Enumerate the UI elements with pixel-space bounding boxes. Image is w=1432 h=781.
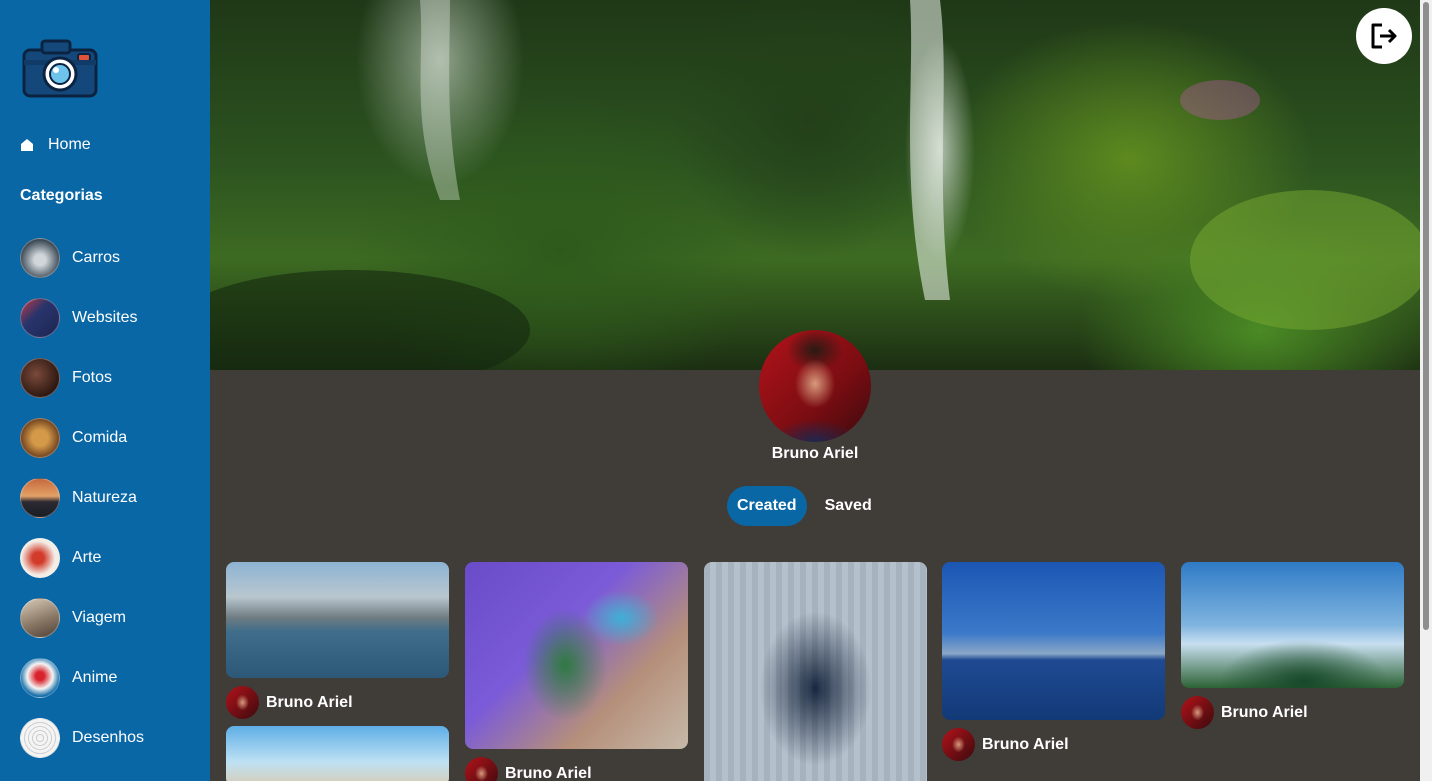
pin-card bbox=[226, 726, 449, 781]
banner-foliage bbox=[210, 0, 1420, 370]
sidebar-item-label: Carros bbox=[72, 249, 121, 266]
profile-avatar bbox=[759, 330, 871, 442]
scrollbar-thumb[interactable] bbox=[1423, 2, 1429, 630]
pin-author[interactable]: Bruno Ariel bbox=[465, 757, 688, 781]
sidebar-item-desenhos[interactable]: Desenhos bbox=[20, 708, 144, 768]
sidebar-item-label: Fotos bbox=[72, 369, 113, 386]
pin-image[interactable] bbox=[226, 562, 449, 678]
category-thumbnail bbox=[20, 658, 60, 698]
pin-card: Bruno Ariel bbox=[1181, 562, 1404, 729]
category-list: Carros Websites Fotos Comida Natureza Ar… bbox=[20, 228, 144, 768]
sidebar-item-websites[interactable]: Websites bbox=[20, 288, 144, 348]
sidebar-item-label: Comida bbox=[72, 429, 128, 446]
avatar bbox=[942, 728, 975, 761]
category-thumbnail bbox=[20, 238, 60, 278]
camera-logo-icon[interactable] bbox=[22, 38, 98, 98]
sidebar: Home Categorias Carros Websites Fotos Co… bbox=[0, 0, 210, 781]
sidebar-item-label: Natureza bbox=[72, 489, 137, 506]
tab-created[interactable]: Created bbox=[727, 486, 807, 526]
category-thumbnail bbox=[20, 538, 60, 578]
category-thumbnail bbox=[20, 718, 60, 758]
tab-saved[interactable]: Saved bbox=[815, 486, 882, 526]
sidebar-item-arte[interactable]: Arte bbox=[20, 528, 144, 588]
pin-image[interactable] bbox=[704, 562, 927, 781]
sidebar-item-carros[interactable]: Carros bbox=[20, 228, 144, 288]
profile-main: Bruno Ariel Created Saved Bruno Ariel Br… bbox=[210, 0, 1420, 781]
pin-card: Bruno Ariel bbox=[465, 562, 688, 781]
sidebar-item-viagem[interactable]: Viagem bbox=[20, 588, 144, 648]
logout-button[interactable] bbox=[1356, 8, 1412, 64]
pin-card: Bruno Ariel bbox=[226, 562, 449, 719]
sidebar-item-label: Anime bbox=[72, 669, 118, 686]
sidebar-item-natureza[interactable]: Natureza bbox=[20, 468, 144, 528]
pin-image[interactable] bbox=[1181, 562, 1404, 688]
avatar bbox=[465, 757, 498, 781]
pin-author-name: Bruno Ariel bbox=[1221, 703, 1308, 721]
pin-card bbox=[704, 562, 927, 781]
sidebar-item-label: Viagem bbox=[72, 609, 126, 626]
category-thumbnail bbox=[20, 358, 60, 398]
categories-heading: Categorias bbox=[20, 187, 103, 204]
pin-author[interactable]: Bruno Ariel bbox=[942, 728, 1165, 761]
avatar bbox=[226, 686, 259, 719]
profile-banner-image bbox=[210, 0, 1420, 370]
sidebar-item-label: Home bbox=[48, 136, 91, 153]
category-thumbnail bbox=[20, 418, 60, 458]
sidebar-item-label: Arte bbox=[72, 549, 102, 566]
sidebar-item-label: Desenhos bbox=[72, 729, 145, 746]
pin-author-name: Bruno Ariel bbox=[266, 693, 353, 711]
avatar bbox=[1181, 696, 1214, 729]
category-thumbnail bbox=[20, 298, 60, 338]
pin-author-name: Bruno Ariel bbox=[505, 764, 592, 781]
sidebar-item-label: Websites bbox=[72, 309, 138, 326]
home-icon bbox=[21, 139, 33, 151]
category-thumbnail bbox=[20, 478, 60, 518]
pin-author[interactable]: Bruno Ariel bbox=[1181, 696, 1404, 729]
pin-card: Bruno Ariel bbox=[942, 562, 1165, 761]
pin-author-name: Bruno Ariel bbox=[982, 735, 1069, 753]
sidebar-item-anime[interactable]: Anime bbox=[20, 648, 144, 708]
category-thumbnail bbox=[20, 598, 60, 638]
profile-name: Bruno Ariel bbox=[771, 445, 859, 462]
profile-tabs: Created Saved bbox=[727, 486, 882, 526]
sidebar-item-home[interactable]: Home bbox=[20, 134, 91, 156]
scrollbar-track[interactable] bbox=[1420, 0, 1432, 781]
pin-image[interactable] bbox=[226, 726, 449, 781]
sidebar-item-comida[interactable]: Comida bbox=[20, 408, 144, 468]
pin-author[interactable]: Bruno Ariel bbox=[226, 686, 449, 719]
sidebar-item-fotos[interactable]: Fotos bbox=[20, 348, 144, 408]
pin-image[interactable] bbox=[942, 562, 1165, 720]
logout-icon bbox=[1371, 23, 1397, 49]
pin-image[interactable] bbox=[465, 562, 688, 749]
